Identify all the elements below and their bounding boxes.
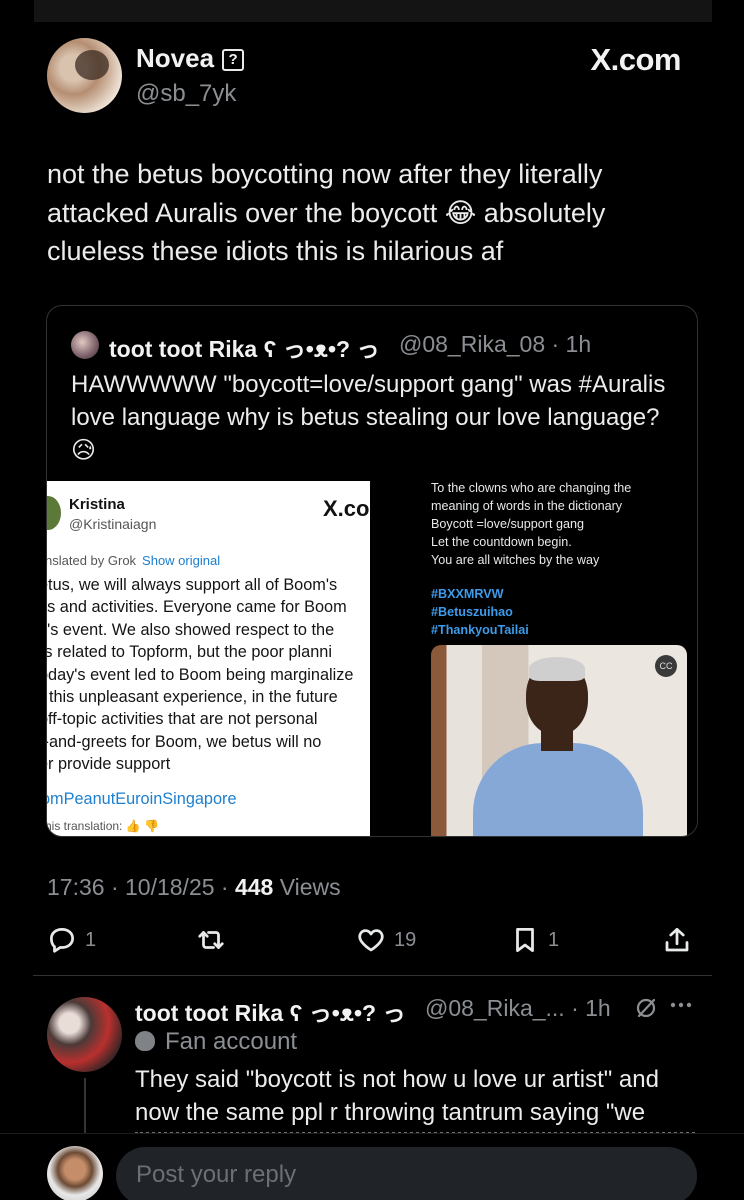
reply-composer[interactable] [116,1147,697,1200]
author-name-text: Novea [136,43,215,73]
body-line: t-and-greets for Boom, we betus will no [47,732,322,751]
reply-text: They said "boycott is not how u love ur … [135,1066,659,1126]
author-avatar[interactable] [47,38,122,113]
clown-message: To the clowns who are changing the meani… [431,479,631,569]
fan-account-text: Fan account [165,1028,298,1055]
like-count: 19 [394,928,417,951]
bookmark-count: 1 [548,928,560,951]
site-watermark: X.com [590,42,681,77]
hashtag-link: omPeanutEuroinSingapore [47,790,237,808]
translated-by-grok: nslated by Grok Show original [47,553,220,568]
body-line: ks and activities. Everyone came for Boo… [47,598,347,617]
reply-count: 1 [85,928,97,951]
comment-icon [50,928,74,953]
post-meta: 17:36 · 10/18/25 · 448 Views [47,874,341,901]
reply-author-avatar[interactable] [47,997,122,1072]
message-line: Boycott =love/support gang [431,517,584,531]
kristina-post-body: etus, we will always support all of Boom… [47,574,370,776]
body-line: r this unpleasant experience, in the fut… [47,688,338,707]
reply-input[interactable] [136,1161,656,1189]
more-icon[interactable] [668,993,694,1024]
retweet-icon [198,931,224,949]
mask-icon [135,1031,155,1051]
body-line: oday's event led to Boom being marginali… [47,665,354,684]
message-line: meaning of words in the dictionary [431,499,623,513]
bookmark-icon [516,928,534,952]
translation-feedback: his translation: 👍 👎 [47,819,159,833]
views-count: 448 [234,874,274,900]
body-line: er provide support [47,755,171,774]
like-button[interactable]: 19 [356,925,416,955]
body-line: y's event. We also showed respect to the [47,620,335,639]
grok-icon[interactable] [634,996,658,1027]
x-logo-icon: X.co [323,496,370,521]
quoted-author-avatar [71,331,99,359]
hashtag: #Betuszuihao [431,605,513,619]
hashtag: #ThankyouTailai [431,623,529,637]
message-line: Let the countdown begin. [431,535,572,549]
quoted-author-name: toot toot Rika ʕ っ•ᴥ•? っ [109,336,380,362]
body-line: off-topic activities that are not person… [47,710,318,729]
video-thumbnail[interactable]: CC [431,645,687,836]
translated-label: nslated by Grok [47,553,137,568]
person-shirt [473,743,643,836]
thread-line [84,1078,86,1133]
author-display-name[interactable]: Novea? [136,43,245,74]
share-icon [665,928,689,952]
heart-icon [358,929,384,952]
unknown-badge-icon: ? [222,49,245,71]
hashtag: #BXXMRVW [431,587,504,601]
reply-author-name[interactable]: toot toot Rika ʕ っ•ᴥ•? っ [135,994,405,1028]
person-hair [529,657,585,681]
quoted-post[interactable]: toot toot Rika ʕ っ•ᴥ•? っ @08_Rika_08 · 1… [46,305,698,837]
author-handle[interactable]: @sb_7yk [136,80,236,108]
body-line: etus, we will always support all of Boom… [47,576,338,594]
hashtags: #BXXMRVW #Betuszuihao #ThankyouTailai [431,585,529,639]
current-user-avatar [47,1146,103,1200]
message-line: To the clowns who are changing the [431,481,632,495]
reply-button[interactable]: 1 [47,925,96,955]
post-timestamp: 17:36 · 10/18/25 · [47,874,235,900]
kristina-name: Kristina [69,496,125,513]
reply-author-handle[interactable]: @08_Rika_... · 1h [425,995,611,1022]
quoted-post-text: HAWWWWW "boycott=love/support gang" was … [71,371,666,464]
retweet-button[interactable] [196,925,234,955]
views-label: Views [273,874,341,900]
bookmark-button[interactable]: 1 [510,925,559,955]
top-bar [34,0,712,22]
post-text: not the betus boycotting now after they … [47,159,606,266]
message-line: You are all witches by the way [431,553,600,567]
share-button[interactable] [662,925,692,955]
kristina-handle: @Kristinaiagn [69,516,157,532]
quoted-image-left[interactable]: Kristina @Kristinaiagn X.co nslated by G… [47,481,370,836]
body-line: rs related to Topform, but the poor plan… [47,643,332,662]
quoted-author-handle: @08_Rika_08 · 1h [399,331,592,357]
closed-captions-icon[interactable]: CC [655,655,677,677]
divider [33,975,712,976]
kristina-avatar [47,496,61,530]
quoted-image-right[interactable]: To the clowns who are changing the meani… [423,477,697,836]
fan-account-label: Fan account [135,1028,297,1056]
show-original-link: Show original [142,553,221,568]
